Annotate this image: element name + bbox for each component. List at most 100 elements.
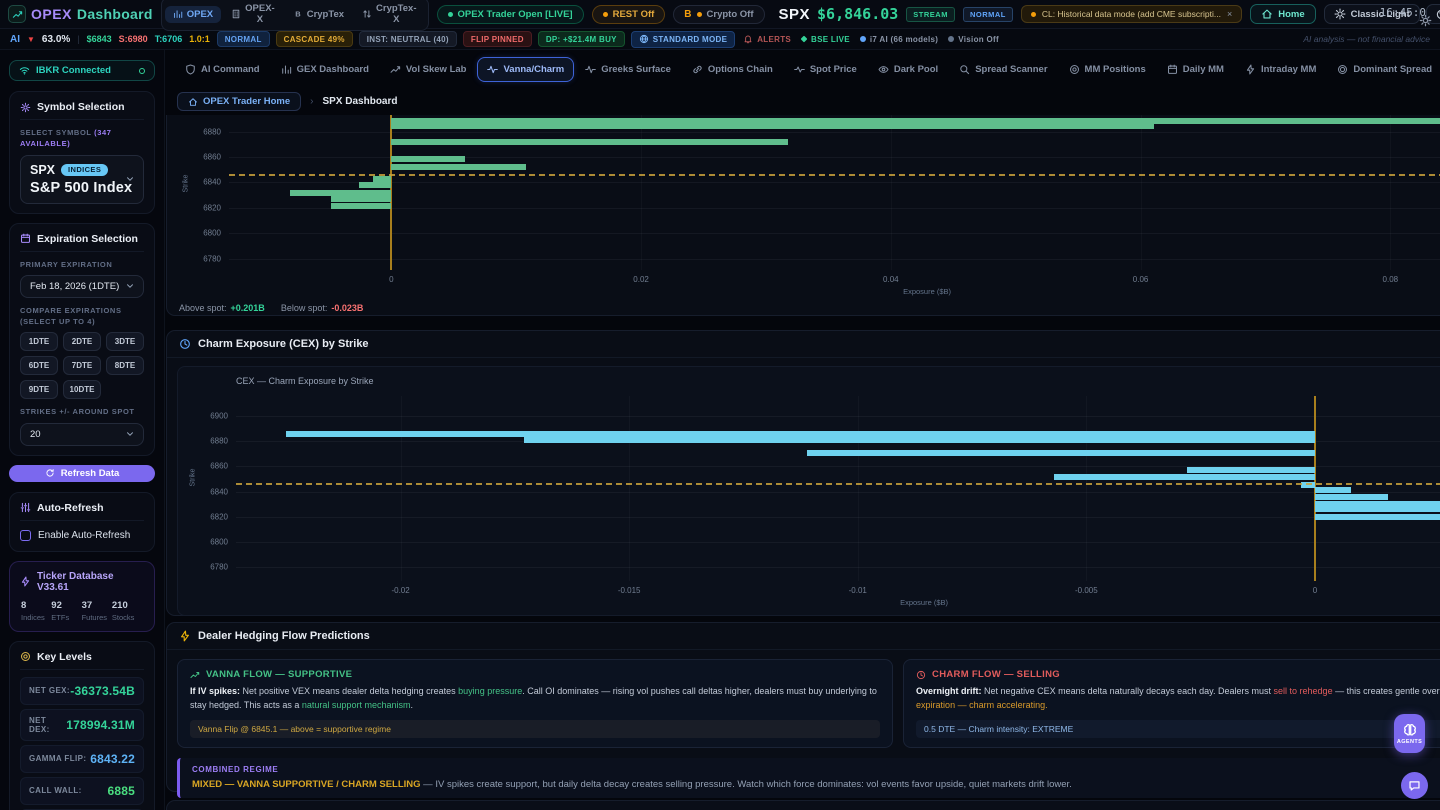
vex-chart-plot: Strike 00.020.040.060.086880686068406820… xyxy=(229,115,1440,270)
tab-vanna-charm[interactable]: Vanna/Charm xyxy=(477,57,574,82)
crypto-status-pill[interactable]: B Crypto Off xyxy=(673,5,764,24)
settings-gear-icon[interactable] xyxy=(1419,14,1432,27)
breadcrumb-home-button[interactable]: OPEX Trader Home xyxy=(177,92,301,111)
tab-dark-pool[interactable]: Dark Pool xyxy=(868,57,948,82)
tab-gex-dashboard[interactable]: GEX Dashboard xyxy=(271,57,379,82)
tab-label: Dark Pool xyxy=(894,64,938,75)
x-tick-label: 0.08 xyxy=(1383,275,1399,284)
notification-close-icon[interactable]: × xyxy=(1227,9,1232,19)
sliders-icon xyxy=(20,502,31,513)
ai-status-bar: AI ▼ 63.0% | $6843 S:6980 T:6706 1.0:1 N… xyxy=(0,29,1440,50)
y-gridline xyxy=(236,542,1440,543)
wave-icon xyxy=(487,64,498,75)
search-icon xyxy=(959,64,970,75)
x-axis-label: Exposure ($B) xyxy=(229,287,1440,296)
moon-icon xyxy=(1436,8,1440,20)
tab-daily-mm[interactable]: Daily MM xyxy=(1157,57,1234,82)
charm-card-title: CHARM FLOW — SELLING xyxy=(932,669,1060,680)
level-stop: S:6980 xyxy=(119,34,148,44)
dte-chip-10dte[interactable]: 10DTE xyxy=(63,380,101,399)
y-gridline xyxy=(229,182,1440,183)
agents-button[interactable]: AGENTS xyxy=(1394,714,1425,753)
next-panel-edge xyxy=(166,800,1440,810)
rest-status-pill[interactable]: REST Off xyxy=(592,5,666,24)
badge-label: DP: +$21.4M BUY xyxy=(546,35,617,44)
dte-chip-1dte[interactable]: 1DTE xyxy=(20,332,58,351)
charm-intensity-note: 0.5 DTE — Charm intensity: EXTREME xyxy=(916,720,1440,738)
tab-options-chain[interactable]: Options Chain xyxy=(682,57,783,82)
zap-icon xyxy=(1245,64,1256,75)
status-badge-vision-off: Vision Off xyxy=(946,32,1001,46)
exposure-bar xyxy=(331,196,391,202)
exposure-bar xyxy=(1315,494,1388,500)
trend-up-icon xyxy=(190,670,200,680)
enable-auto-refresh-checkbox[interactable]: Enable Auto-Refresh xyxy=(20,528,144,542)
product-tab-cryptex[interactable]: B CrypTex xyxy=(285,6,352,23)
sidebar: IBKR Connected Symbol Selection SELECT S… xyxy=(0,50,165,810)
tab-label: Vol Skew Lab xyxy=(406,64,467,75)
x-tick-label: 0 xyxy=(389,275,393,284)
select-symbol-label: SELECT SYMBOL (347 AVAILABLE) xyxy=(20,127,144,150)
symbol-type-badge: INDICES xyxy=(61,164,108,176)
y-gridline xyxy=(229,208,1440,209)
updown-icon xyxy=(362,9,372,19)
dte-chip-2dte[interactable]: 2DTE xyxy=(63,332,101,351)
badge-label: BSE LIVE xyxy=(811,35,850,44)
primary-expiration-label: PRIMARY EXPIRATION xyxy=(20,259,144,270)
tab-greeks-surface[interactable]: Greeks Surface xyxy=(575,57,681,82)
dte-chip-8dte[interactable]: 8DTE xyxy=(106,356,144,375)
lightning-icon xyxy=(179,630,191,642)
key-levels-title: Key Levels xyxy=(37,651,92,663)
ticker-stat-indices: 8Indices xyxy=(21,600,49,622)
badge-label: STANDARD MODE xyxy=(653,35,727,44)
vanna-card-title: VANNA FLOW — SUPPORTIVE xyxy=(206,669,352,680)
expiration-selection-card: Expiration Selection PRIMARY EXPIRATION … xyxy=(9,223,155,456)
ticker-price: $6,846.03 xyxy=(817,5,898,23)
shield-icon xyxy=(185,64,196,75)
sun-icon xyxy=(1334,8,1346,20)
dte-chip-7dte[interactable]: 7DTE xyxy=(63,356,101,375)
cex-chart-plot: Strike -0.02-0.015-0.01-0.00500.00569006… xyxy=(236,396,1440,581)
tab-vol-skew-lab[interactable]: Vol Skew Lab xyxy=(380,57,477,82)
product-tab-opex-x[interactable]: OPEX-X xyxy=(223,0,283,28)
status-badge-standard-mode: STANDARD MODE xyxy=(631,31,735,48)
chat-button[interactable] xyxy=(1401,772,1428,799)
notification-dot-icon xyxy=(1031,12,1036,17)
tab-intraday-mm[interactable]: Intraday MM xyxy=(1235,57,1326,82)
rest-dot-icon xyxy=(603,12,608,17)
product-tab-cryptex-x[interactable]: CrypTex-X xyxy=(354,0,424,28)
tab-mm-positions[interactable]: MM Positions xyxy=(1059,57,1156,82)
tab-dominant-spread[interactable]: Dominant Spread xyxy=(1327,57,1440,82)
y-tick-label: 6880 xyxy=(203,127,221,136)
exposure-bar xyxy=(373,176,392,182)
notification-banner[interactable]: CL: Historical data mode (add CME subscr… xyxy=(1021,5,1242,23)
tab-spread-scanner[interactable]: Spread Scanner xyxy=(949,57,1057,82)
product-tab-label: CrypTex-X xyxy=(376,3,416,25)
trader-status-pill[interactable]: OPEX Trader Open [LIVE] xyxy=(437,5,584,24)
dte-chip-6dte[interactable]: 6DTE xyxy=(20,356,58,375)
dashboard-content: Strike 00.020.040.060.086880686068406820… xyxy=(165,115,1440,810)
ibkr-connection-status[interactable]: IBKR Connected xyxy=(9,60,155,81)
tab-spot-price[interactable]: Spot Price xyxy=(784,57,867,82)
product-tab-opex[interactable]: OPEX xyxy=(165,6,221,23)
status-badge-flip-pinned: FLIP PINNED xyxy=(463,31,532,47)
clock-icon xyxy=(916,670,926,680)
symbol-dropdown[interactable]: SPX INDICES S&P 500 Index xyxy=(20,155,144,204)
x-tick-label: -0.005 xyxy=(1075,586,1098,595)
primary-expiration-select[interactable]: Feb 18, 2026 (1DTE) xyxy=(20,275,144,298)
refresh-label: Refresh Data xyxy=(61,468,120,479)
btc-icon: B xyxy=(293,9,303,19)
tab-ai-command[interactable]: AI Command xyxy=(175,57,270,82)
y-tick-label: 6820 xyxy=(203,203,221,212)
vex-chart-panel: Strike 00.020.040.060.086880686068406820… xyxy=(166,115,1440,316)
dte-chip-9dte[interactable]: 9DTE xyxy=(20,380,58,399)
refresh-data-button[interactable]: Refresh Data xyxy=(9,465,155,482)
compare-expirations-label: COMPARE EXPIRATIONS (SELECT UP TO 4) xyxy=(20,305,144,328)
y-axis-label: Strike xyxy=(183,175,190,193)
ticker-symbol: SPX xyxy=(779,6,811,23)
strikes-select[interactable]: 20 xyxy=(20,423,144,446)
dte-chip-3dte[interactable]: 3DTE xyxy=(106,332,144,351)
product-tab-label: CrypTex xyxy=(307,9,344,20)
exposure-bar xyxy=(1054,474,1315,480)
home-button[interactable]: Home xyxy=(1250,4,1315,24)
